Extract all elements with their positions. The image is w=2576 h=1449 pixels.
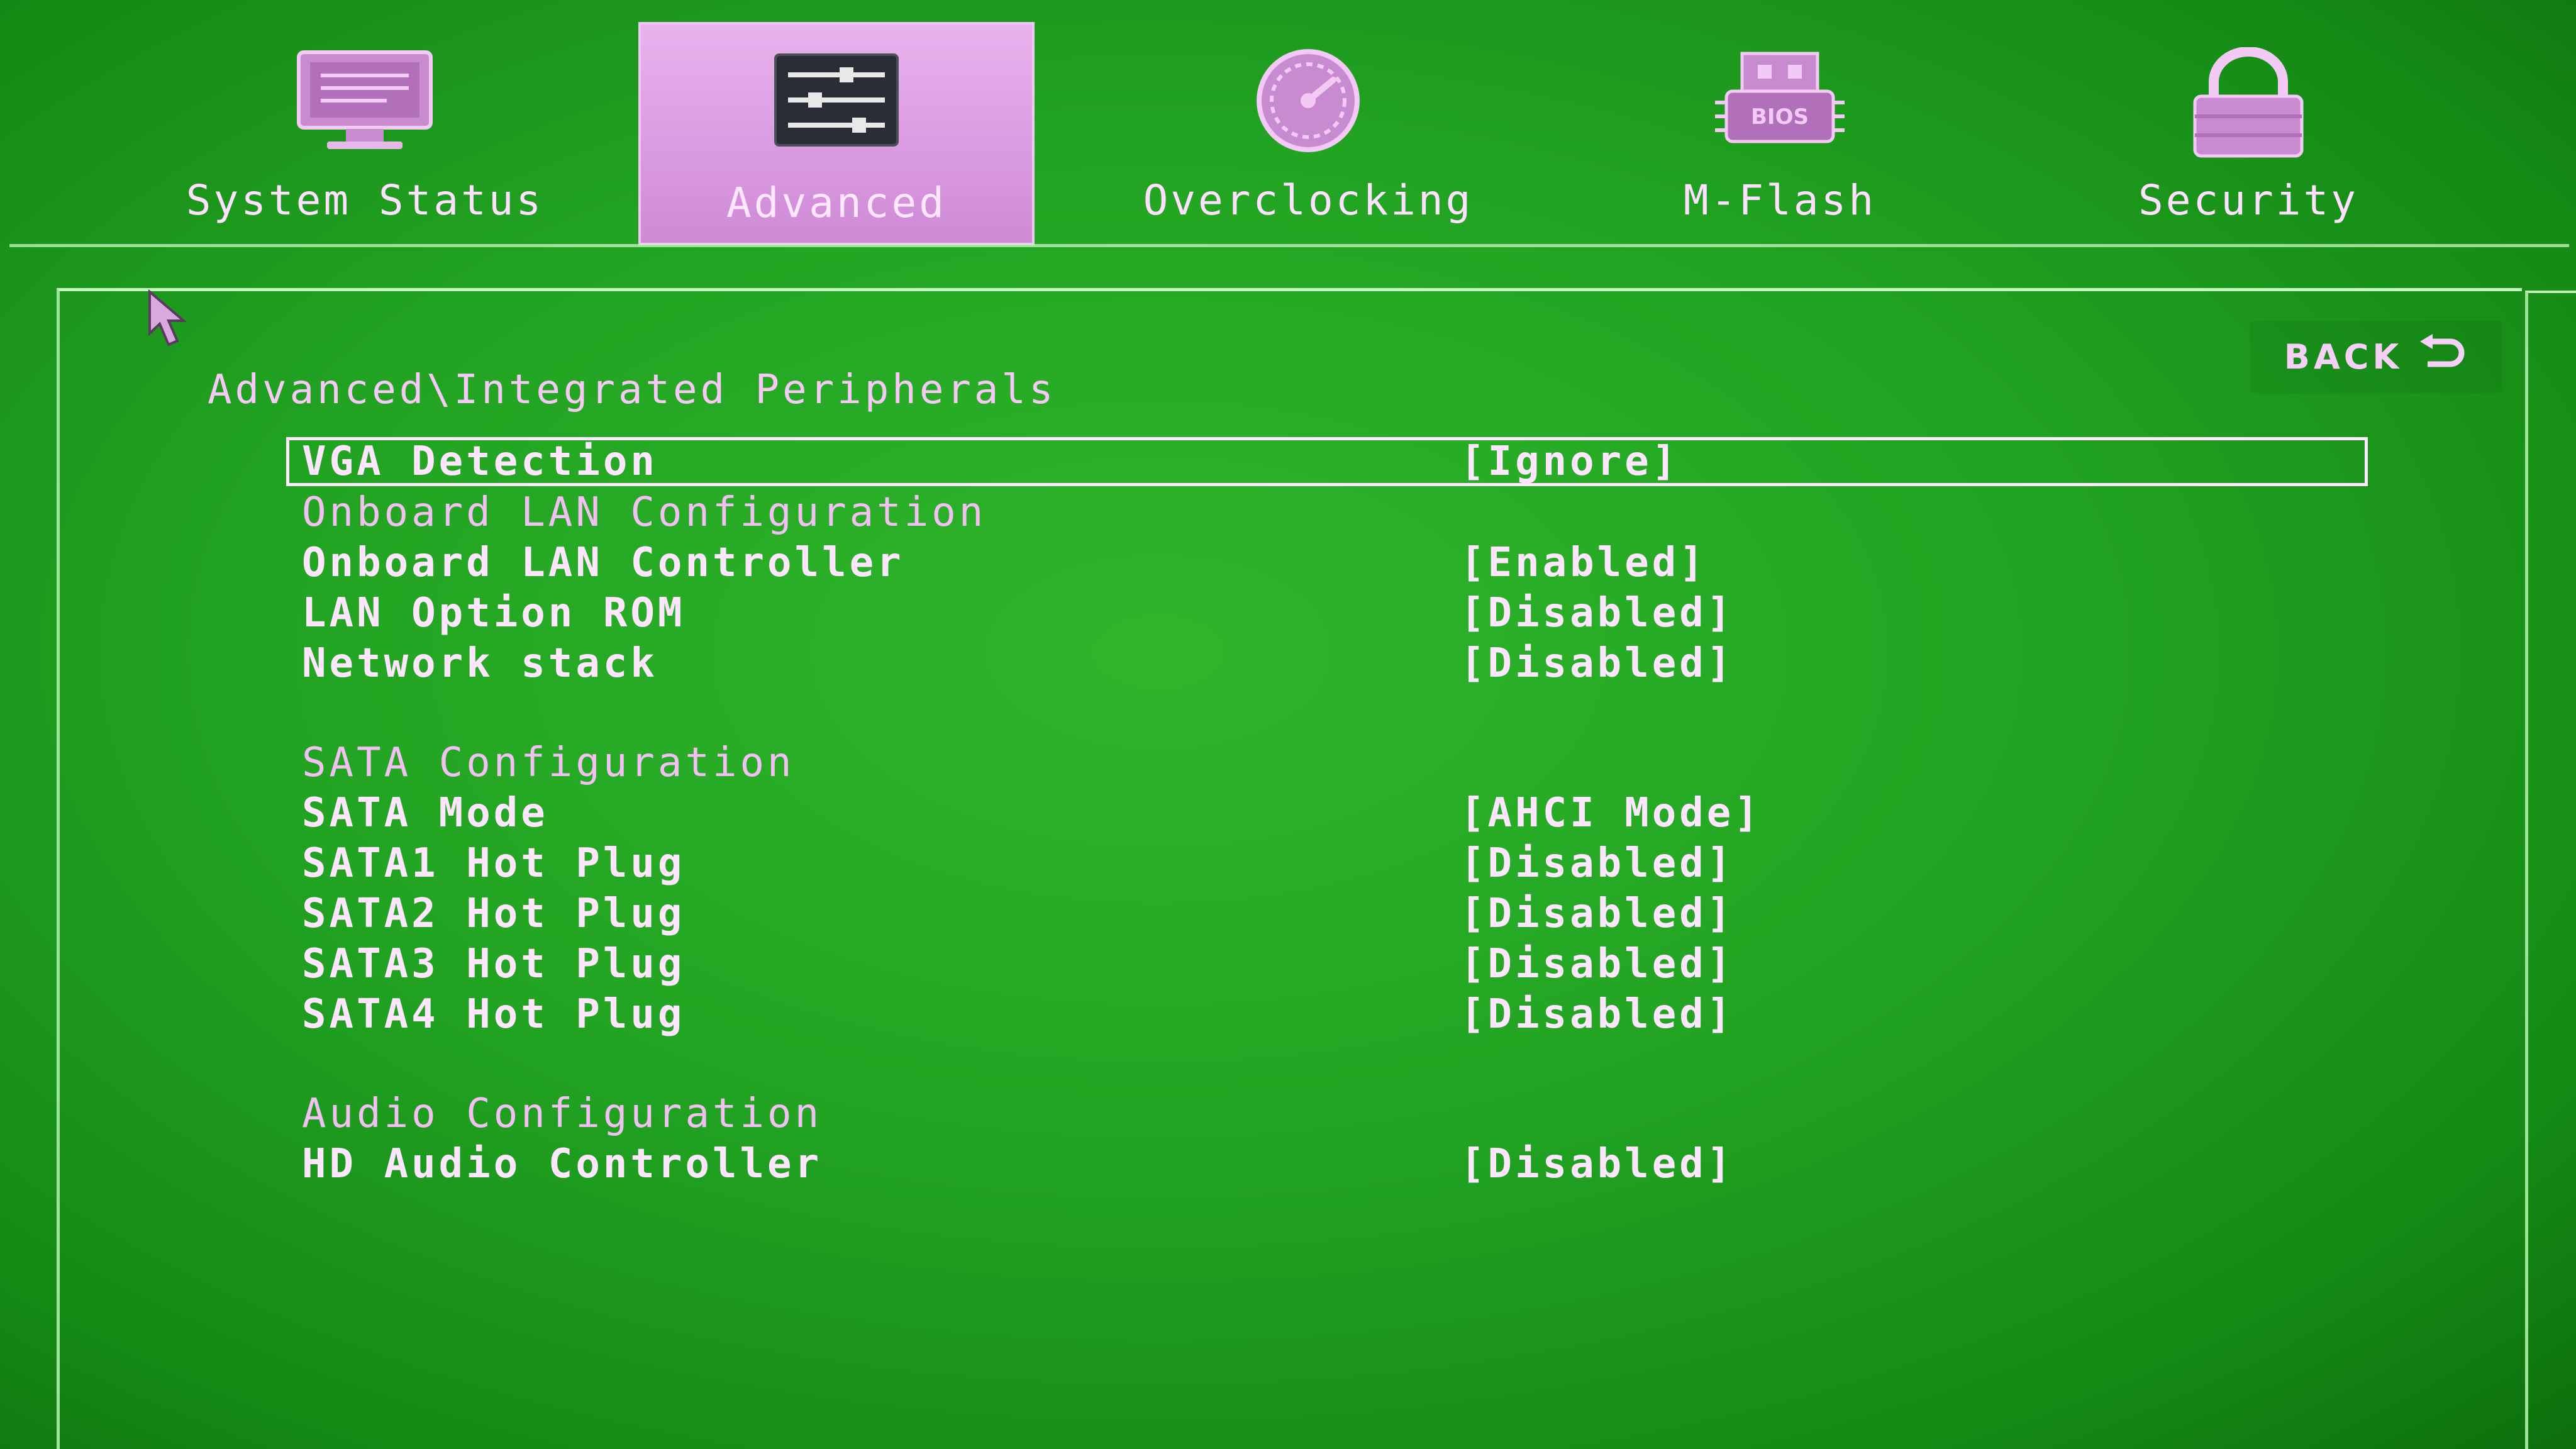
mouse-cursor-icon (146, 289, 196, 352)
tab-advanced[interactable]: Advanced (638, 22, 1035, 245)
tab-label: Overclocking (1143, 176, 1474, 225)
top-navigation: System Status Advanced Overclocking BIOS… (0, 0, 2576, 248)
tab-divider (9, 244, 2569, 247)
back-label: BACK (2284, 337, 2403, 377)
setting-name: Onboard LAN Controller (302, 540, 904, 586)
setting-network-stack[interactable]: Network stack [Disabled] (286, 638, 2368, 689)
tab-m-flash[interactable]: BIOS M-Flash (1579, 22, 1981, 245)
setting-value[interactable]: [Disabled] (1460, 889, 1734, 939)
back-button[interactable]: BACK (2250, 321, 2502, 393)
setting-name: Network stack (302, 640, 658, 687)
setting-value[interactable]: [Disabled] (1460, 588, 1734, 638)
speedometer-icon (1239, 47, 1377, 157)
setting-name: SATA2 Hot Plug (302, 891, 686, 937)
settings-sliders-icon (770, 50, 902, 153)
setting-name: SATA4 Hot Plug (302, 991, 686, 1038)
monitor-icon (292, 47, 437, 157)
tab-security[interactable]: Security (2044, 22, 2453, 245)
section-header-audio: Audio Configuration (286, 1089, 2368, 1139)
svg-text:BIOS: BIOS (1751, 104, 1809, 130)
setting-vga-detection[interactable]: VGA Detection [Ignore] (286, 437, 2368, 486)
tab-overclocking[interactable]: Overclocking (1094, 22, 1522, 245)
tab-label: Security (2138, 176, 2358, 225)
section-header-onboard-lan: Onboard LAN Configuration (286, 487, 2368, 538)
setting-name: VGA Detection (302, 438, 658, 485)
setting-onboard-lan-controller[interactable]: Onboard LAN Controller [Enabled] (286, 538, 2368, 588)
setting-name: SATA3 Hot Plug (302, 941, 686, 987)
setting-name: LAN Option ROM (302, 590, 686, 636)
setting-value[interactable]: [Disabled] (1460, 989, 1734, 1040)
section-title: Onboard LAN Configuration (302, 489, 987, 536)
setting-sata3-hot-plug[interactable]: SATA3 Hot Plug [Disabled] (286, 939, 2368, 989)
setting-value[interactable]: [Enabled] (1460, 538, 1707, 588)
lock-icon (2179, 47, 2318, 163)
setting-value[interactable]: [Disabled] (1460, 838, 1734, 889)
setting-name: HD Audio Controller (302, 1141, 823, 1187)
setting-sata2-hot-plug[interactable]: SATA2 Hot Plug [Disabled] (286, 889, 2368, 939)
return-arrow-icon (2418, 334, 2468, 380)
section-title: Audio Configuration (302, 1091, 823, 1137)
side-panel-edge (2525, 291, 2576, 1449)
tab-system-status[interactable]: System Status (138, 22, 591, 245)
setting-lan-option-rom[interactable]: LAN Option ROM [Disabled] (286, 588, 2368, 638)
tab-label: M-Flash (1683, 176, 1877, 225)
bios-chip-icon: BIOS (1707, 47, 1852, 157)
setting-name: SATA1 Hot Plug (302, 840, 686, 887)
setting-value[interactable]: [Disabled] (1460, 939, 1734, 989)
section-header-sata: SATA Configuration (286, 738, 2368, 788)
settings-list: VGA Detection [Ignore] Onboard LAN Confi… (286, 437, 2368, 1189)
setting-name: SATA Mode (302, 790, 548, 836)
breadcrumb: Advanced\Integrated Peripherals (208, 367, 1057, 413)
setting-value[interactable]: [Disabled] (1460, 1139, 1734, 1189)
tab-label: System Status (186, 176, 544, 225)
setting-hd-audio-controller[interactable]: HD Audio Controller [Disabled] (286, 1139, 2368, 1189)
setting-value[interactable]: [Ignore] (1460, 440, 1679, 483)
setting-sata4-hot-plug[interactable]: SATA4 Hot Plug [Disabled] (286, 989, 2368, 1040)
setting-sata1-hot-plug[interactable]: SATA1 Hot Plug [Disabled] (286, 838, 2368, 889)
section-title: SATA Configuration (302, 740, 795, 786)
setting-sata-mode[interactable]: SATA Mode [AHCI Mode] (286, 788, 2368, 838)
tab-label: Advanced (726, 179, 947, 227)
setting-value[interactable]: [Disabled] (1460, 638, 1734, 689)
setting-value[interactable]: [AHCI Mode] (1460, 788, 1762, 838)
